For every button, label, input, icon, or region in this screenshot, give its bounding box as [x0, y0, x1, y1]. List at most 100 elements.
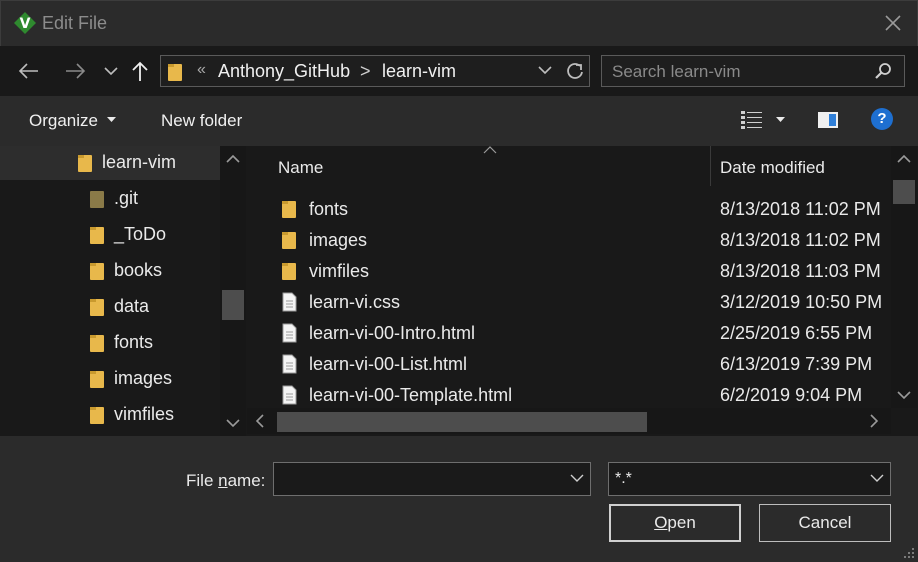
file-row[interactable]: learn-vi-00-Intro.html 2/25/2019 6:55 PM	[247, 318, 891, 349]
breadcrumb-segment[interactable]: Anthony_GitHub	[218, 61, 350, 82]
file-row[interactable]: learn-vi.css 3/12/2019 10:50 PM	[247, 287, 891, 318]
vim-app-icon: V	[14, 12, 36, 34]
breadcrumb-separator[interactable]: >	[360, 61, 371, 82]
file-row[interactable]: learn-vi-00-List.html 6/13/2019 7:39 PM	[247, 349, 891, 380]
file-row[interactable]: vimfiles 8/13/2018 11:03 PM	[247, 256, 891, 287]
file-row[interactable]: fonts 8/13/2018 11:02 PM	[247, 194, 891, 225]
tree-item-label: images	[114, 368, 173, 388]
dialog-footer: File name: *.* Open Cancel	[0, 436, 918, 562]
horizontal-scrollbar[interactable]	[247, 408, 891, 434]
forward-button[interactable]	[60, 56, 90, 86]
tree-item[interactable]: .git	[0, 182, 220, 216]
document-icon	[282, 385, 297, 405]
tree-item-label: _ToDo	[114, 224, 167, 244]
navigation-pane: learn-vim .git _ToDo books data fonts im…	[0, 146, 247, 436]
file-date: 8/13/2018 11:02 PM	[720, 230, 881, 250]
arrow-left-icon	[18, 63, 38, 79]
arrow-up-icon	[132, 61, 148, 81]
tree-item[interactable]: fonts	[0, 326, 220, 360]
file-date: 8/13/2018 11:02 PM	[720, 199, 881, 219]
scrollbar-thumb[interactable]	[893, 180, 915, 204]
tree-item-label: learn-vim	[102, 152, 177, 172]
arrow-right-icon	[66, 63, 86, 79]
back-button[interactable]	[14, 56, 44, 86]
chevron-down-icon[interactable]	[870, 473, 884, 483]
tree-item-learn-vim[interactable]: learn-vim	[0, 146, 220, 180]
document-icon	[282, 323, 297, 343]
file-name: fonts	[309, 199, 349, 219]
close-icon[interactable]	[881, 11, 905, 35]
search-icon[interactable]	[874, 62, 892, 80]
file-name: learn-vi-00-List.html	[309, 354, 468, 374]
folder-icon	[90, 371, 104, 388]
document-icon	[282, 354, 297, 374]
file-name-input[interactable]	[273, 462, 591, 496]
chevron-down-icon[interactable]	[570, 473, 584, 483]
chevron-down-icon[interactable]	[897, 390, 911, 400]
file-list-scrollbar[interactable]	[891, 146, 917, 408]
tree-item[interactable]: _ToDo	[0, 218, 220, 252]
search-placeholder: Search learn-vim	[612, 62, 741, 81]
file-list-pane: Name Date modified fonts 8/13/2018 11:02…	[247, 146, 918, 436]
chevron-up-icon[interactable]	[226, 154, 240, 164]
caret-down-icon[interactable]	[107, 117, 116, 123]
organize-button[interactable]: Organize	[29, 111, 98, 131]
scrollbar-thumb[interactable]	[277, 412, 647, 432]
chevron-down-icon[interactable]	[537, 62, 553, 78]
search-input[interactable]: Search learn-vim	[601, 55, 905, 87]
folder-icon	[282, 263, 296, 280]
nav-pane-scrollbar[interactable]	[220, 146, 246, 436]
folder-icon	[90, 335, 104, 352]
new-folder-button[interactable]: New folder	[161, 111, 242, 131]
help-icon[interactable]: ?	[871, 108, 893, 130]
column-header-date[interactable]: Date modified	[720, 158, 825, 178]
tree-item-label: books	[114, 260, 163, 280]
open-button[interactable]: Open	[609, 504, 741, 542]
caret-down-icon[interactable]	[776, 117, 785, 123]
resize-grip-icon[interactable]	[900, 544, 916, 560]
folder-icon	[90, 407, 104, 424]
file-type-select[interactable]: *.*	[608, 462, 891, 496]
chevron-left-icon[interactable]	[255, 414, 265, 428]
file-name: learn-vi.css	[309, 292, 401, 312]
svg-text:V: V	[20, 16, 31, 32]
tree-item-label: vimfiles	[114, 404, 175, 424]
folder-icon	[90, 263, 104, 280]
address-bar[interactable]: « Anthony_GitHub > learn-vim	[160, 55, 590, 87]
file-type-value: *.*	[615, 470, 632, 487]
file-name-label: File name:	[186, 471, 266, 490]
cancel-button[interactable]: Cancel	[759, 504, 891, 542]
file-row[interactable]: images 8/13/2018 11:02 PM	[247, 225, 891, 256]
breadcrumb-segment[interactable]: learn-vim	[382, 61, 456, 82]
column-header-name[interactable]: Name	[278, 158, 323, 178]
tree-item[interactable]: vimfiles	[0, 398, 220, 432]
document-icon	[282, 292, 297, 312]
tree-item[interactable]: data	[0, 290, 220, 324]
file-date: 6/2/2019 9:04 PM	[720, 385, 863, 405]
file-date: 8/13/2018 11:03 PM	[720, 261, 881, 281]
column-headers: Name Date modified	[247, 146, 891, 186]
preview-pane-icon[interactable]	[817, 110, 839, 130]
folder-icon	[78, 155, 92, 172]
folder-icon	[168, 64, 182, 81]
scrollbar-thumb[interactable]	[222, 290, 244, 320]
file-row[interactable]: learn-vi-00-Template.html 6/2/2019 9:04 …	[247, 380, 891, 411]
up-button[interactable]	[125, 56, 155, 86]
view-options-icon[interactable]	[740, 109, 764, 131]
recent-locations-button[interactable]	[96, 56, 126, 86]
title-bar: V Edit File	[0, 0, 918, 46]
chevron-right-icon[interactable]	[869, 414, 879, 428]
tree-item[interactable]: books	[0, 254, 220, 288]
overflow-chevron[interactable]: «	[197, 61, 206, 79]
command-toolbar: Organize New folder ?	[0, 96, 918, 146]
file-date: 2/25/2019 6:55 PM	[720, 323, 873, 343]
chevron-up-icon[interactable]	[897, 154, 911, 164]
column-divider[interactable]	[710, 146, 711, 186]
chevron-down-icon[interactable]	[226, 418, 240, 428]
refresh-icon[interactable]	[565, 61, 585, 81]
file-date: 3/12/2019 10:50 PM	[720, 292, 883, 312]
tree-item-label: data	[114, 296, 150, 316]
folder-icon	[90, 227, 104, 244]
folder-icon	[90, 299, 104, 316]
tree-item[interactable]: images	[0, 362, 220, 396]
